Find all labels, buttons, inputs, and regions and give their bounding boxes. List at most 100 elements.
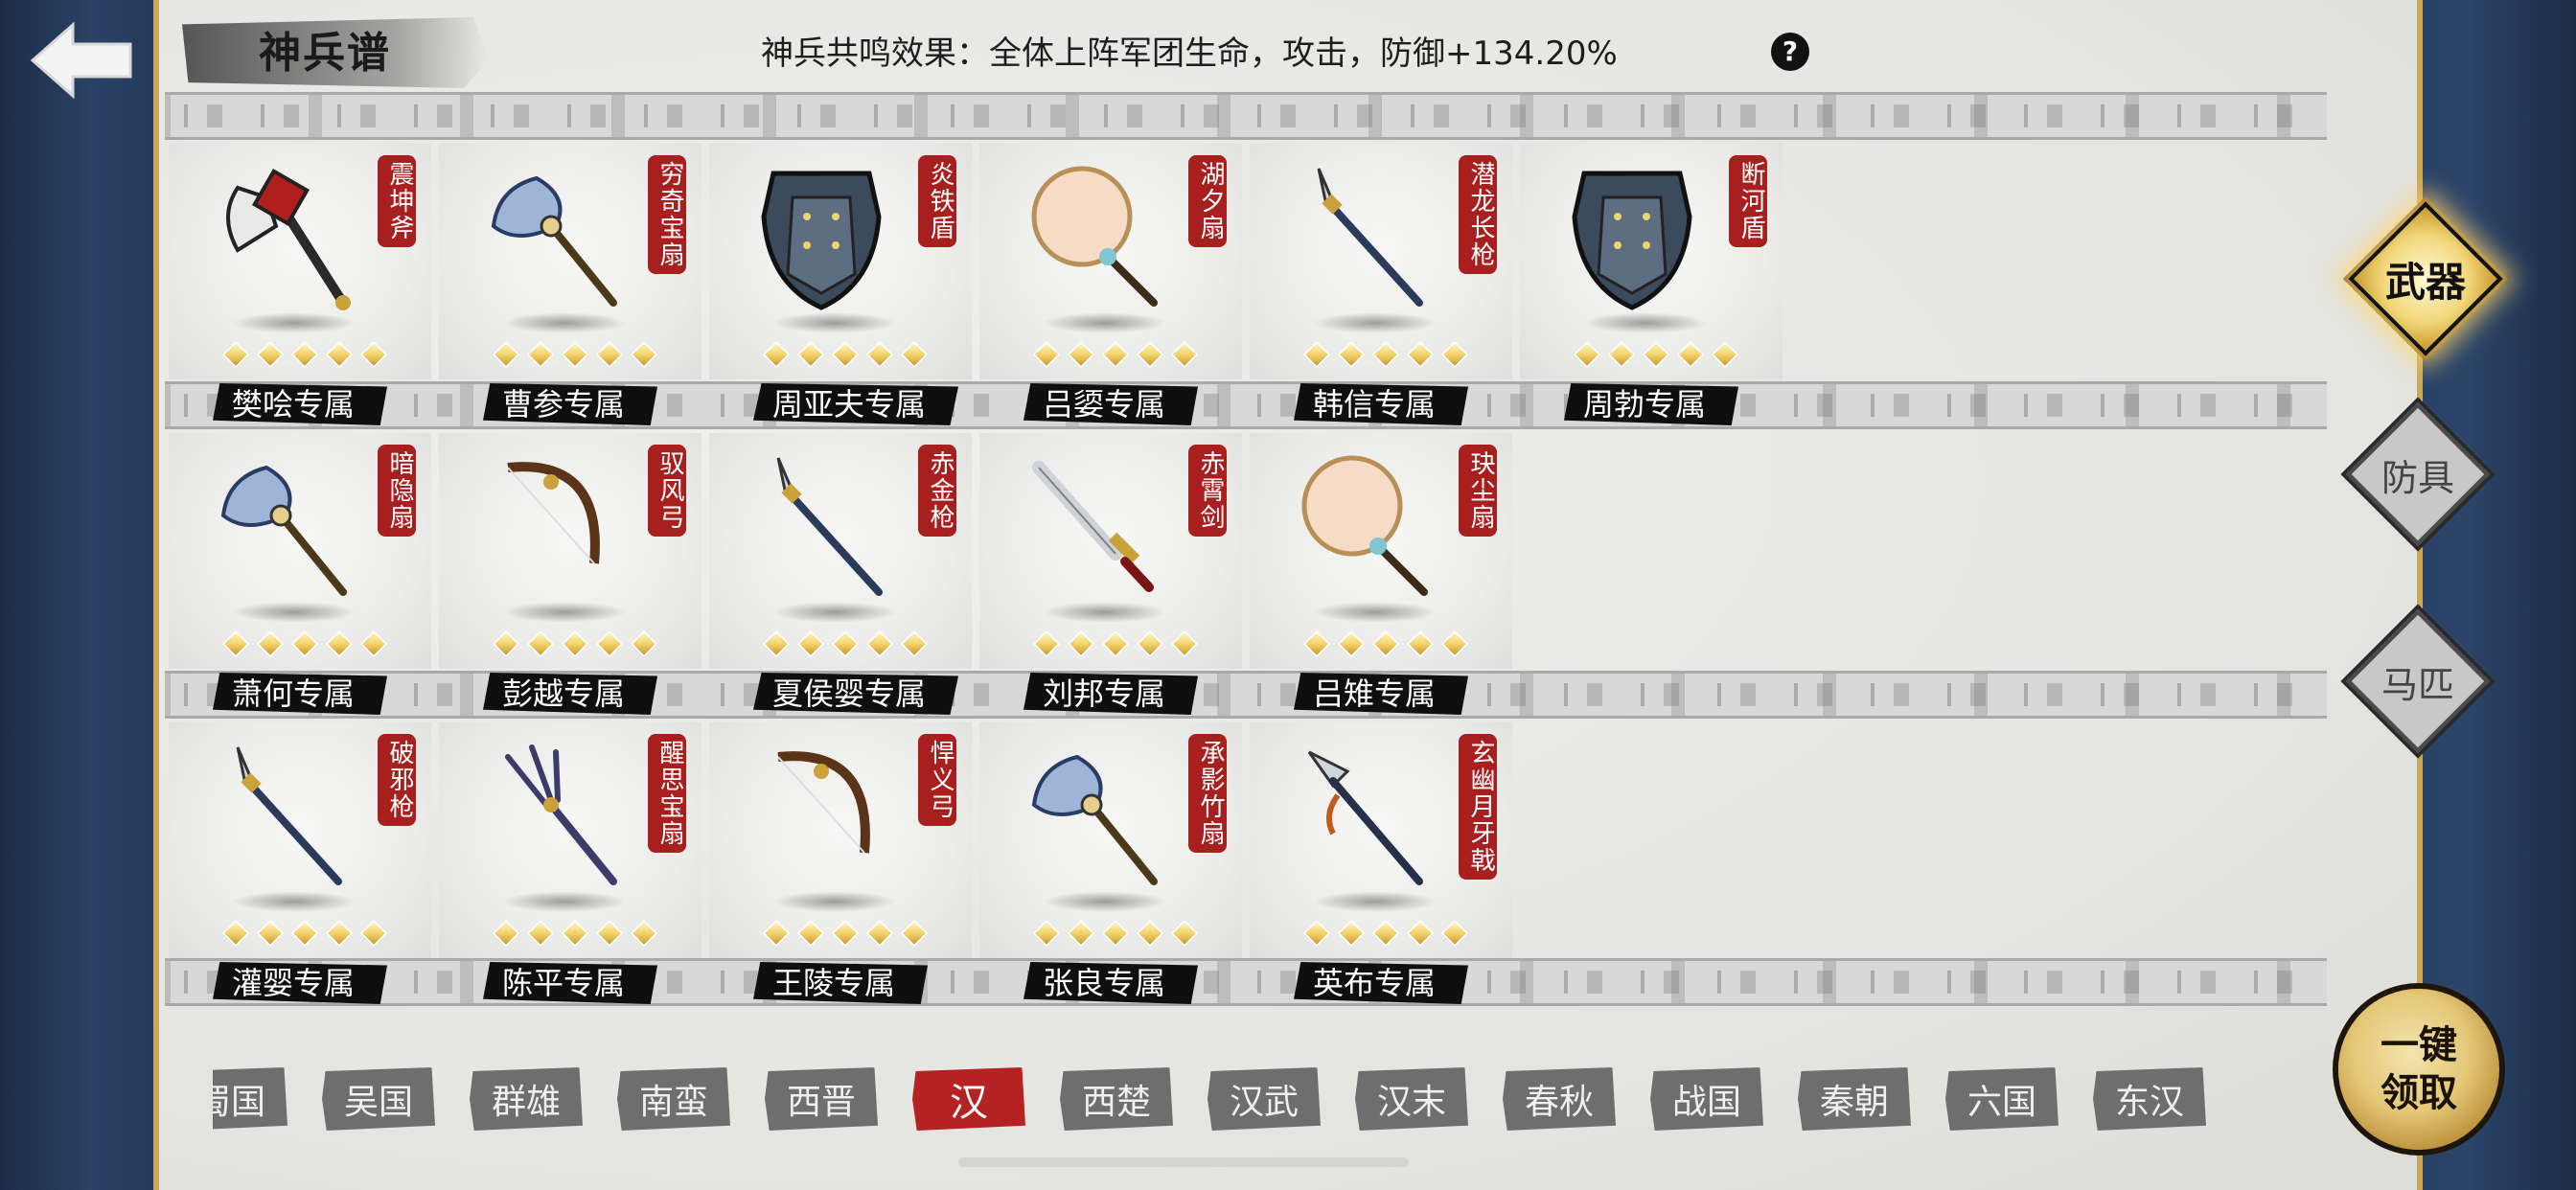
weapon-card[interactable]: 赤霄剑 刘邦专属 xyxy=(976,433,1246,721)
star-icon xyxy=(1033,920,1060,947)
star-icon xyxy=(1712,341,1738,368)
weapon-name-tag: 玄幽月牙戟 xyxy=(1459,734,1497,880)
weapon-card[interactable]: 炎铁盾 周亚夫专属 xyxy=(705,144,976,431)
weapon-name-tag: 赤金枪 xyxy=(918,445,956,537)
weapon-name-tag: 暗隐扇 xyxy=(378,445,416,537)
nation-filter-button[interactable]: 汉末 xyxy=(1355,1067,1468,1131)
weapon-card[interactable]: 穷奇宝扇 曹参专属 xyxy=(435,144,705,431)
nation-filter-button[interactable]: 蜀国 xyxy=(213,1067,288,1131)
feather-fan-icon xyxy=(1031,754,1158,885)
star-icon xyxy=(901,341,928,368)
halberd-icon xyxy=(1307,750,1423,885)
star-icon xyxy=(527,341,554,368)
star-icon xyxy=(763,920,790,947)
weapon-grid: 震坤斧 樊哙专属 穷奇宝扇 曹参专属 炎铁盾 周亚夫专属 湖夕扇 吕媭专属 潜龙长枪 韩信专属 断河… xyxy=(165,144,1794,1006)
weapon-name-tag: 湖夕扇 xyxy=(1188,155,1227,247)
claim-line-2: 领取 xyxy=(2380,1070,2457,1115)
star-icon xyxy=(797,341,824,368)
nation-filter-button[interactable]: 六国 xyxy=(1945,1067,2058,1131)
weapon-card[interactable]: 潜龙长枪 韩信专属 xyxy=(1246,144,1516,431)
weapon-name-tag: 潜龙长枪 xyxy=(1459,155,1497,274)
weapon-card[interactable]: 玦尘扇吕雉专属 xyxy=(1246,433,1516,721)
star-icon xyxy=(1677,341,1704,368)
exclusive-owner-label: 萧何专属 xyxy=(213,673,388,715)
nation-filter-button[interactable]: 群雄 xyxy=(470,1067,583,1131)
back-button[interactable] xyxy=(13,8,148,113)
star-icon xyxy=(763,341,790,368)
nation-filter-button[interactable]: 战国 xyxy=(1650,1067,1763,1131)
weapon-card[interactable]: 驭风弓 彭越专属 xyxy=(435,433,705,721)
weapon-shadow xyxy=(772,602,897,623)
nation-filter-button[interactable]: 吴国 xyxy=(322,1067,435,1131)
nation-filter-button[interactable]: 秦朝 xyxy=(1798,1067,1911,1131)
nation-filter-button[interactable]: 南蛮 xyxy=(617,1067,730,1131)
category-tab[interactable]: 马匹 xyxy=(2346,609,2490,753)
category-tab[interactable]: 防具 xyxy=(2346,402,2490,546)
star-icon xyxy=(291,920,318,947)
star-icon xyxy=(596,920,623,947)
star-icon xyxy=(493,630,519,657)
star-icon xyxy=(1137,341,1163,368)
exclusive-owner-label: 陈平专属 xyxy=(483,962,658,1004)
nation-filter-button[interactable]: 东汉 xyxy=(2093,1067,2206,1131)
star-rating xyxy=(493,341,657,368)
star-icon xyxy=(527,630,554,657)
category-label: 防具 xyxy=(2380,456,2454,499)
star-icon xyxy=(1033,630,1060,657)
weapon-card[interactable]: 醒思宝扇陈平专属 xyxy=(435,722,705,1010)
star-icon xyxy=(1574,341,1600,368)
star-icon xyxy=(257,920,284,947)
star-icon xyxy=(1102,920,1129,947)
weapon-shadow xyxy=(232,602,356,623)
weapon-card[interactable]: 暗隐扇萧何专属 xyxy=(165,433,435,721)
star-icon xyxy=(1303,341,1330,368)
nation-filter-button[interactable]: 西楚 xyxy=(1060,1067,1173,1131)
weapon-shadow xyxy=(772,312,897,333)
weapon-card[interactable]: 震坤斧 樊哙专属 xyxy=(165,144,435,431)
star-icon xyxy=(1068,630,1094,657)
star-rating xyxy=(1303,920,1468,947)
weapon-shadow xyxy=(1043,602,1167,623)
exclusive-owner-label: 张良专属 xyxy=(1024,962,1199,1004)
nation-filter-button[interactable]: 汉武 xyxy=(1208,1067,1321,1131)
star-icon xyxy=(797,630,824,657)
weapon-name-tag: 醒思宝扇 xyxy=(648,734,686,853)
help-icon[interactable]: ? xyxy=(1771,33,1809,71)
nation-filter-button[interactable]: 春秋 xyxy=(1503,1067,1616,1131)
nation-filter-button[interactable]: 西晋 xyxy=(765,1067,878,1131)
feather-fan-icon xyxy=(491,175,617,307)
star-icon xyxy=(1171,920,1198,947)
star-rating xyxy=(763,630,928,657)
star-icon xyxy=(493,341,519,368)
star-icon xyxy=(596,630,623,657)
weapon-shadow xyxy=(502,891,627,912)
star-icon xyxy=(1137,630,1163,657)
weapon-card[interactable]: 湖夕扇 吕媭专属 xyxy=(976,144,1246,431)
weapon-card[interactable]: 玄幽月牙戟 英布专属 xyxy=(1246,722,1516,1010)
weapon-shadow xyxy=(232,891,356,912)
star-icon xyxy=(562,630,588,657)
category-tab[interactable]: 武器 xyxy=(2344,197,2507,360)
star-icon xyxy=(1441,341,1468,368)
weapon-card[interactable]: 断河盾 周勃专属 xyxy=(1516,144,1786,431)
spear-icon xyxy=(236,746,342,885)
claim-all-button[interactable]: 一键 领取 xyxy=(2338,989,2499,1150)
nation-filter-button[interactable]: 汉 xyxy=(912,1067,1025,1131)
weapon-card[interactable]: 赤金枪夏侯婴专属 xyxy=(705,433,976,721)
weapon-name-tag: 玦尘扇 xyxy=(1459,445,1497,537)
weapon-shadow xyxy=(772,891,897,912)
weapon-card[interactable]: 破邪枪 灌婴专属 xyxy=(165,722,435,1010)
shield-icon xyxy=(761,171,882,310)
weapon-card[interactable]: 承影竹扇 张良专属 xyxy=(976,722,1246,1010)
star-rating xyxy=(1033,341,1198,368)
exclusive-owner-label: 夏侯婴专属 xyxy=(753,673,959,715)
exclusive-owner-label: 吕雉专属 xyxy=(1294,673,1469,715)
exclusive-owner-label: 周勃专属 xyxy=(1564,383,1739,425)
weapon-shadow xyxy=(502,602,627,623)
star-icon xyxy=(866,341,893,368)
bow-icon xyxy=(777,751,870,854)
star-rating xyxy=(222,341,387,368)
feather-fan-icon xyxy=(220,465,347,596)
weapon-shadow xyxy=(232,312,356,333)
weapon-card[interactable]: 悍义弓 王陵专属 xyxy=(705,722,976,1010)
